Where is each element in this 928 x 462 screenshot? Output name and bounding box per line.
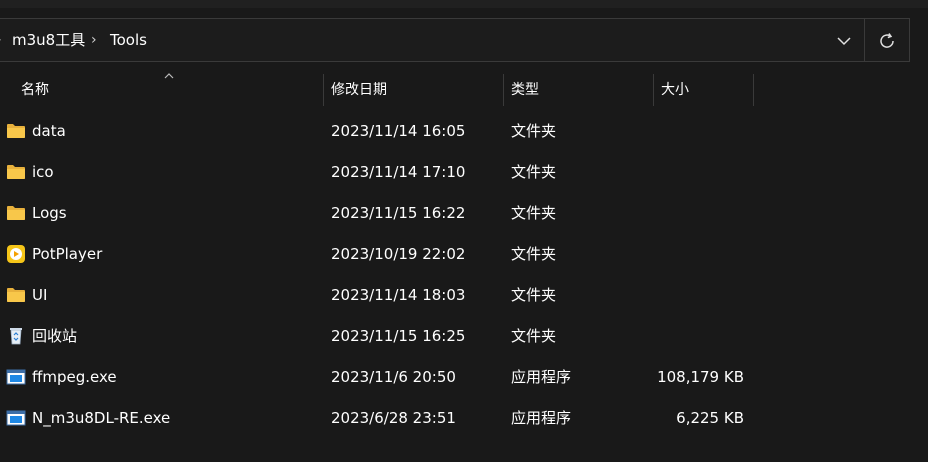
file-modified: 2023/6/28 23:51 — [331, 409, 456, 427]
column-divider[interactable] — [753, 74, 754, 106]
file-type: 应用程序 — [511, 409, 572, 427]
file-size — [604, 111, 744, 152]
file-row[interactable]: ico 2023/11/14 17:10 文件夹 — [0, 152, 928, 193]
file-modified: 2023/11/15 16:25 — [331, 327, 466, 345]
file-modified: 2023/10/19 22:02 — [331, 245, 466, 263]
column-header-size[interactable]: 大小 — [661, 70, 689, 110]
column-header-type[interactable]: 类型 — [511, 70, 539, 110]
file-row[interactable]: N_m3u8DL-RE.exe 2023/6/28 23:51 应用程序 6,225 … — [0, 398, 928, 439]
file-name: data — [32, 122, 66, 140]
address-bar[interactable]: › m3u8工具 › Tools — [0, 18, 910, 62]
potplayer-icon — [6, 245, 26, 263]
folder-icon — [6, 122, 26, 140]
file-row[interactable]: PotPlayer 2023/10/19 22:02 文件夹 — [0, 234, 928, 275]
file-type: 文件夹 — [511, 245, 557, 263]
chevron-down-icon[interactable] — [835, 32, 853, 50]
exe-icon — [6, 409, 26, 427]
file-size — [604, 234, 744, 275]
breadcrumb-item-tools[interactable]: Tools — [110, 19, 147, 61]
file-size — [604, 316, 744, 357]
file-modified: 2023/11/15 16:22 — [331, 204, 466, 222]
column-divider[interactable] — [653, 74, 654, 106]
address-divider — [864, 19, 865, 61]
exe-icon — [6, 368, 26, 386]
folder-icon — [6, 286, 26, 304]
file-size: 6,225 KB — [676, 409, 744, 427]
breadcrumb-item-m3u8[interactable]: m3u8工具 — [12, 19, 85, 61]
file-name: UI — [32, 286, 48, 304]
folder-icon — [6, 163, 26, 181]
file-type: 文件夹 — [511, 163, 557, 181]
file-row[interactable]: ffmpeg.exe 2023/11/6 20:50 应用程序 108,179 KB — [0, 357, 928, 398]
file-name: PotPlayer — [32, 245, 103, 263]
column-divider[interactable] — [503, 74, 504, 106]
file-type: 文件夹 — [511, 204, 557, 222]
file-type: 文件夹 — [511, 122, 557, 140]
file-modified: 2023/11/6 20:50 — [331, 368, 456, 386]
file-size — [604, 193, 744, 234]
file-name: N_m3u8DL-RE.exe — [32, 409, 171, 427]
column-header-name[interactable]: 名称 — [21, 70, 49, 110]
title-strip — [0, 0, 928, 8]
file-modified: 2023/11/14 16:05 — [331, 122, 466, 140]
file-name: 回收站 — [32, 327, 78, 345]
file-modified: 2023/11/14 18:03 — [331, 286, 466, 304]
breadcrumb-leading-separator: › — [0, 19, 2, 61]
breadcrumb-separator[interactable]: › — [91, 19, 97, 61]
file-name: Logs — [32, 204, 67, 222]
recycle-bin-icon — [6, 327, 26, 345]
column-header-row: 名称 修改日期 类型 大小 — [0, 70, 928, 110]
file-row[interactable]: Logs 2023/11/15 16:22 文件夹 — [0, 193, 928, 234]
file-name: ico — [32, 163, 54, 181]
file-size — [604, 275, 744, 316]
file-modified: 2023/11/14 17:10 — [331, 163, 466, 181]
file-name: ffmpeg.exe — [32, 368, 117, 386]
refresh-icon[interactable] — [876, 30, 898, 52]
file-size: 108,179 KB — [657, 368, 744, 386]
column-header-modified[interactable]: 修改日期 — [331, 70, 387, 110]
folder-icon — [6, 204, 26, 222]
file-row[interactable]: data 2023/11/14 16:05 文件夹 — [0, 111, 928, 152]
file-row[interactable]: 回收站 2023/11/15 16:25 文件夹 — [0, 316, 928, 357]
file-type: 文件夹 — [511, 286, 557, 304]
column-divider[interactable] — [323, 74, 324, 106]
file-size — [604, 152, 744, 193]
file-type: 文件夹 — [511, 327, 557, 345]
file-type: 应用程序 — [511, 368, 572, 386]
file-row[interactable]: UI 2023/11/14 18:03 文件夹 — [0, 275, 928, 316]
